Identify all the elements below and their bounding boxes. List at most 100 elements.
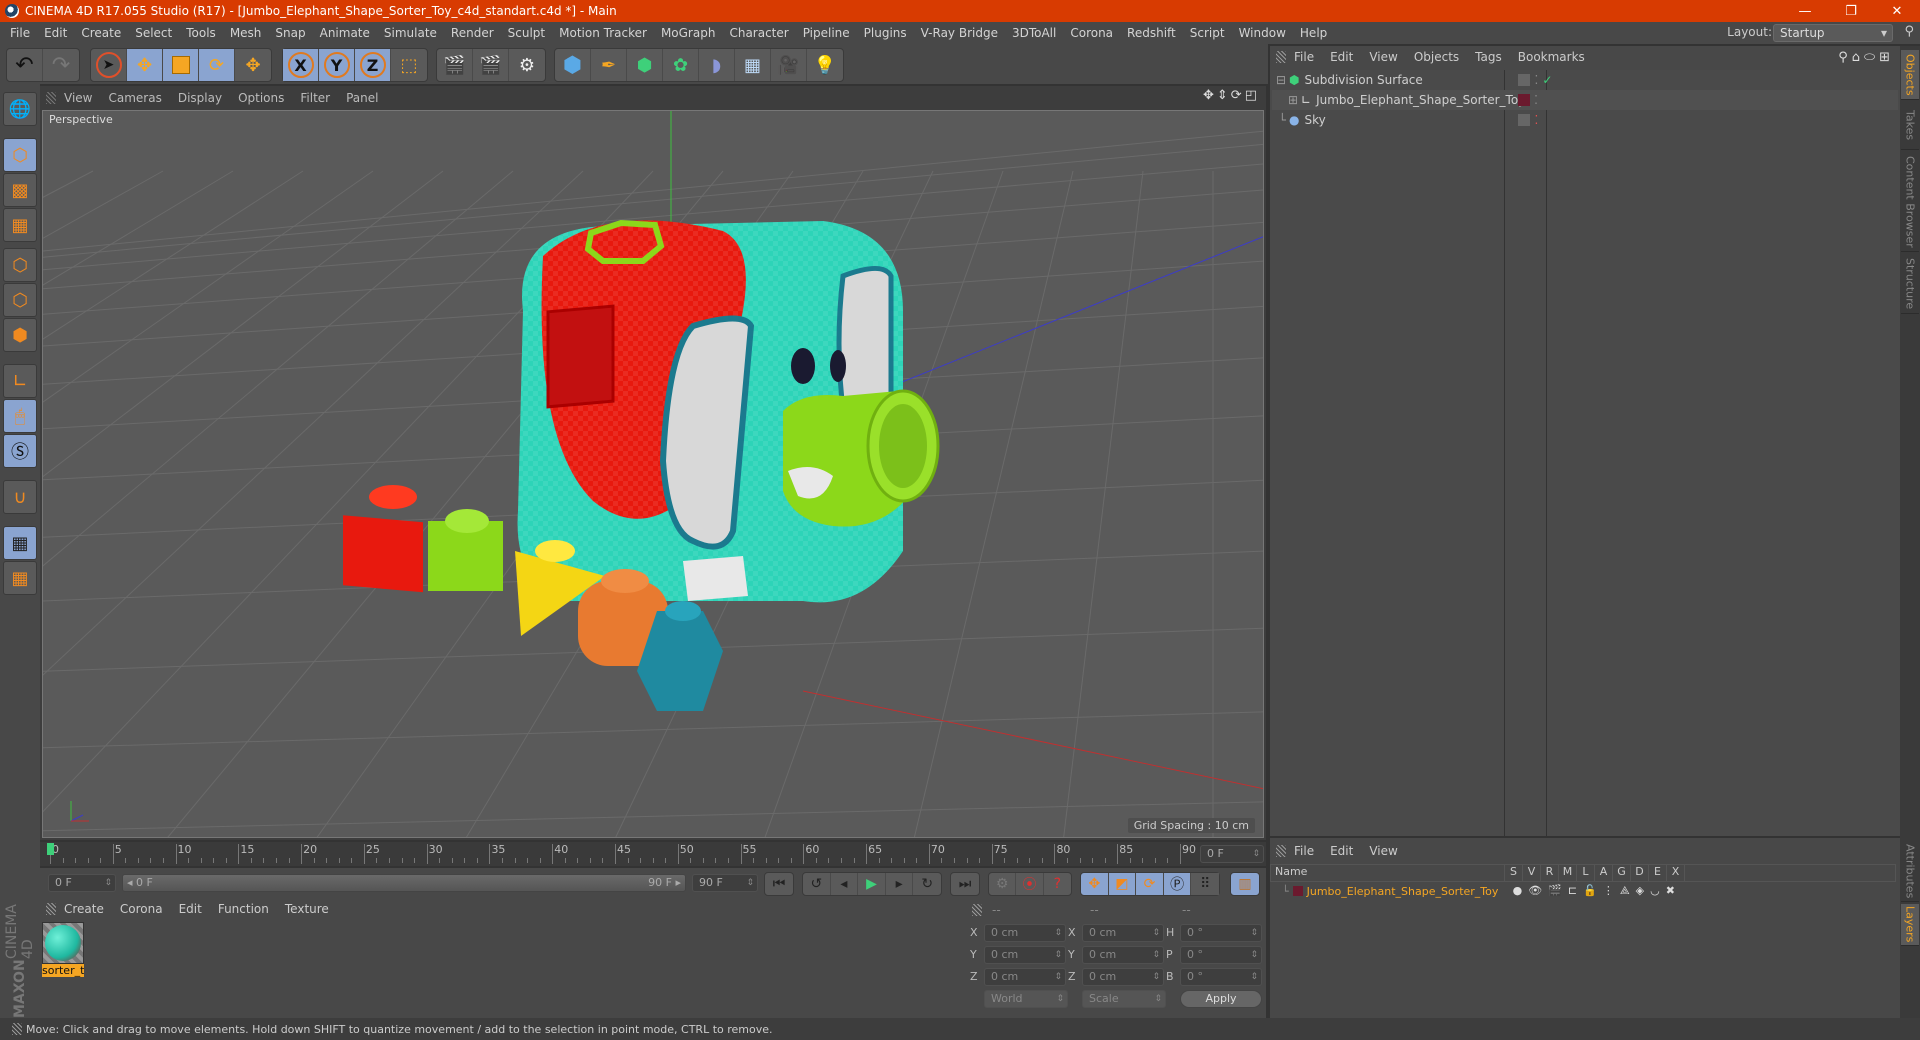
move-icon[interactable]: ✥ (127, 49, 163, 81)
render-picture-viewer-icon[interactable]: 🎬 (473, 49, 509, 81)
key-position-icon[interactable]: ✥ (1081, 873, 1109, 895)
subdivision-surface-icon[interactable]: ⬢ (627, 49, 663, 81)
layer-column-name[interactable]: Name (1271, 865, 1505, 881)
layer-name[interactable]: Jumbo_Elephant_Shape_Sorter_Toy (1307, 885, 1513, 898)
view-flag-icon[interactable]: 👁 (1528, 884, 1548, 897)
expand-toggle[interactable]: ⊞ (1272, 93, 1298, 107)
size-y-field[interactable]: 0 cm (1082, 946, 1164, 964)
pan-icon[interactable]: ✥ (1203, 88, 1217, 103)
timeline-ruler[interactable]: 0 5 10 15 20 25 30 35 40 45 50 55 60 65 70 75 80 85 90 0 F (40, 842, 1266, 866)
close-button[interactable]: ✕ (1874, 0, 1920, 22)
menu-select[interactable]: Select (128, 26, 179, 40)
material-item[interactable]: sorter_t (42, 922, 86, 980)
dolly-icon[interactable]: ⇕ (1217, 88, 1231, 103)
tab-layers[interactable]: Layers (1901, 904, 1919, 946)
polygons-mode-icon[interactable]: ⬢ (3, 318, 37, 352)
solo-flag-icon[interactable]: ● (1513, 884, 1529, 897)
xref-flag-icon[interactable]: ✖ (1666, 884, 1681, 897)
maximize-view-icon[interactable]: ◰ (1245, 88, 1260, 103)
coord-space-dropdown[interactable]: World (984, 990, 1068, 1008)
record-key-icon[interactable]: ⦿ (1016, 873, 1044, 895)
next-key-icon[interactable]: ↻ (913, 873, 941, 895)
viewport-menu-filter[interactable]: Filter (292, 91, 338, 105)
position-z-field[interactable]: 0 cm (984, 968, 1066, 986)
tab-structure[interactable]: Structure (1901, 254, 1919, 314)
tab-attributes[interactable]: Attributes (1901, 842, 1919, 902)
tab-takes[interactable]: Takes (1901, 102, 1919, 150)
coord-mode-dropdown[interactable]: Scale (1082, 990, 1166, 1008)
object-name[interactable]: Subdivision Surface (1304, 73, 1514, 87)
panel-grip[interactable] (972, 904, 982, 916)
material-menu-texture[interactable]: Texture (277, 902, 337, 916)
menu-help[interactable]: Help (1293, 26, 1334, 40)
frame-range-slider[interactable]: ◂ 0 F 90 F ▸ (122, 874, 686, 892)
panel-grip[interactable] (1276, 51, 1286, 63)
menu-file[interactable]: File (3, 26, 37, 40)
prev-key-icon[interactable]: ↺ (803, 873, 831, 895)
live-selection-icon[interactable]: ➤ (91, 49, 127, 81)
object-row[interactable]: └ ● Sky ⁚ (1272, 110, 1898, 130)
menu-script[interactable]: Script (1183, 26, 1232, 40)
redo-icon[interactable]: ↷ (43, 49, 79, 81)
material-menu-create[interactable]: Create (56, 902, 112, 916)
object-name[interactable]: Jumbo_Elephant_Shape_Sorter_Toy (1316, 93, 1525, 107)
visibility-dots[interactable]: ⁚ (1534, 93, 1538, 107)
deformer-flag-icon[interactable]: ◈ (1636, 884, 1650, 897)
layer-column-v[interactable]: V (1523, 865, 1541, 881)
object-menu-edit[interactable]: Edit (1322, 50, 1361, 64)
film-strip-icon[interactable]: ▥ (1231, 873, 1259, 895)
motion-path-icon[interactable]: ⚙ (989, 873, 1017, 895)
playhead[interactable] (47, 843, 54, 855)
menu-edit[interactable]: Edit (37, 26, 74, 40)
material-menu-corona[interactable]: Corona (112, 902, 171, 916)
new-window-icon[interactable]: ⊞ (1879, 50, 1894, 65)
viewport-menu-view[interactable]: View (56, 91, 100, 105)
layout-dropdown[interactable]: Startup (1773, 24, 1893, 42)
menu-character[interactable]: Character (722, 26, 795, 40)
viewport-menu-cameras[interactable]: Cameras (100, 91, 169, 105)
menu-snap[interactable]: Snap (268, 26, 312, 40)
menu-plugins[interactable]: Plugins (857, 26, 914, 40)
minimize-button[interactable]: — (1782, 0, 1828, 22)
menu-create[interactable]: Create (74, 26, 128, 40)
menu-render[interactable]: Render (444, 26, 501, 40)
object-row[interactable]: ⊟ ⬢ Subdivision Surface ⁚ ✓ (1272, 70, 1898, 90)
last-tool-icon[interactable]: ✥ (235, 49, 271, 81)
layer-column-a[interactable]: A (1595, 865, 1613, 881)
menu-tools[interactable]: Tools (179, 26, 223, 40)
menu-animate[interactable]: Animate (313, 26, 377, 40)
expand-toggle[interactable]: ⊟ (1272, 73, 1286, 87)
expression-flag-icon[interactable]: ◡ (1650, 884, 1666, 897)
undo-icon[interactable]: ↶ (7, 49, 43, 81)
deformer-icon[interactable]: ◗ (699, 49, 735, 81)
layer-column-r[interactable]: R (1541, 865, 1559, 881)
viewport-menu-options[interactable]: Options (230, 91, 292, 105)
snap-icon[interactable]: ∪ (3, 480, 37, 514)
goto-end-icon[interactable]: ⏭ (951, 873, 979, 895)
planar-workplane-icon[interactable]: ▦ (3, 561, 37, 595)
key-rotation-icon[interactable]: ⟳ (1136, 873, 1164, 895)
axis-y-toggle[interactable]: Y (319, 49, 355, 81)
rotation-h-field[interactable]: 0 ° (1180, 924, 1262, 942)
menu-sculpt[interactable]: Sculpt (501, 26, 552, 40)
home-icon[interactable]: ⌂ (1852, 50, 1864, 65)
object-menu-bookmarks[interactable]: Bookmarks (1510, 50, 1593, 64)
layer-column-s[interactable]: S (1505, 865, 1523, 881)
orbit-icon[interactable]: ⟳ (1231, 88, 1245, 103)
object-name[interactable]: Sky (1304, 113, 1514, 127)
goto-start-icon[interactable]: ⏮ (765, 873, 793, 895)
solo-mode-icon[interactable]: Ⓢ (3, 434, 37, 468)
cube-icon[interactable]: ⬢ (555, 49, 591, 81)
axis-mode-icon[interactable]: ∟ (3, 364, 37, 398)
object-menu-tags[interactable]: Tags (1467, 50, 1510, 64)
position-y-field[interactable]: 0 cm (984, 946, 1066, 964)
menu-simulate[interactable]: Simulate (377, 26, 444, 40)
object-menu-objects[interactable]: Objects (1406, 50, 1467, 64)
search-icon[interactable]: ⚲ (1904, 24, 1914, 39)
axis-z-toggle[interactable]: Z (355, 49, 391, 81)
display-toggle-icon[interactable] (1518, 74, 1531, 86)
make-editable-icon[interactable]: 🌐 (3, 92, 37, 126)
key-pla-icon[interactable]: ⠿ (1191, 873, 1220, 895)
enabled-check-icon[interactable]: ✓ (1542, 73, 1552, 87)
position-x-field[interactable]: 0 cm (984, 924, 1066, 942)
